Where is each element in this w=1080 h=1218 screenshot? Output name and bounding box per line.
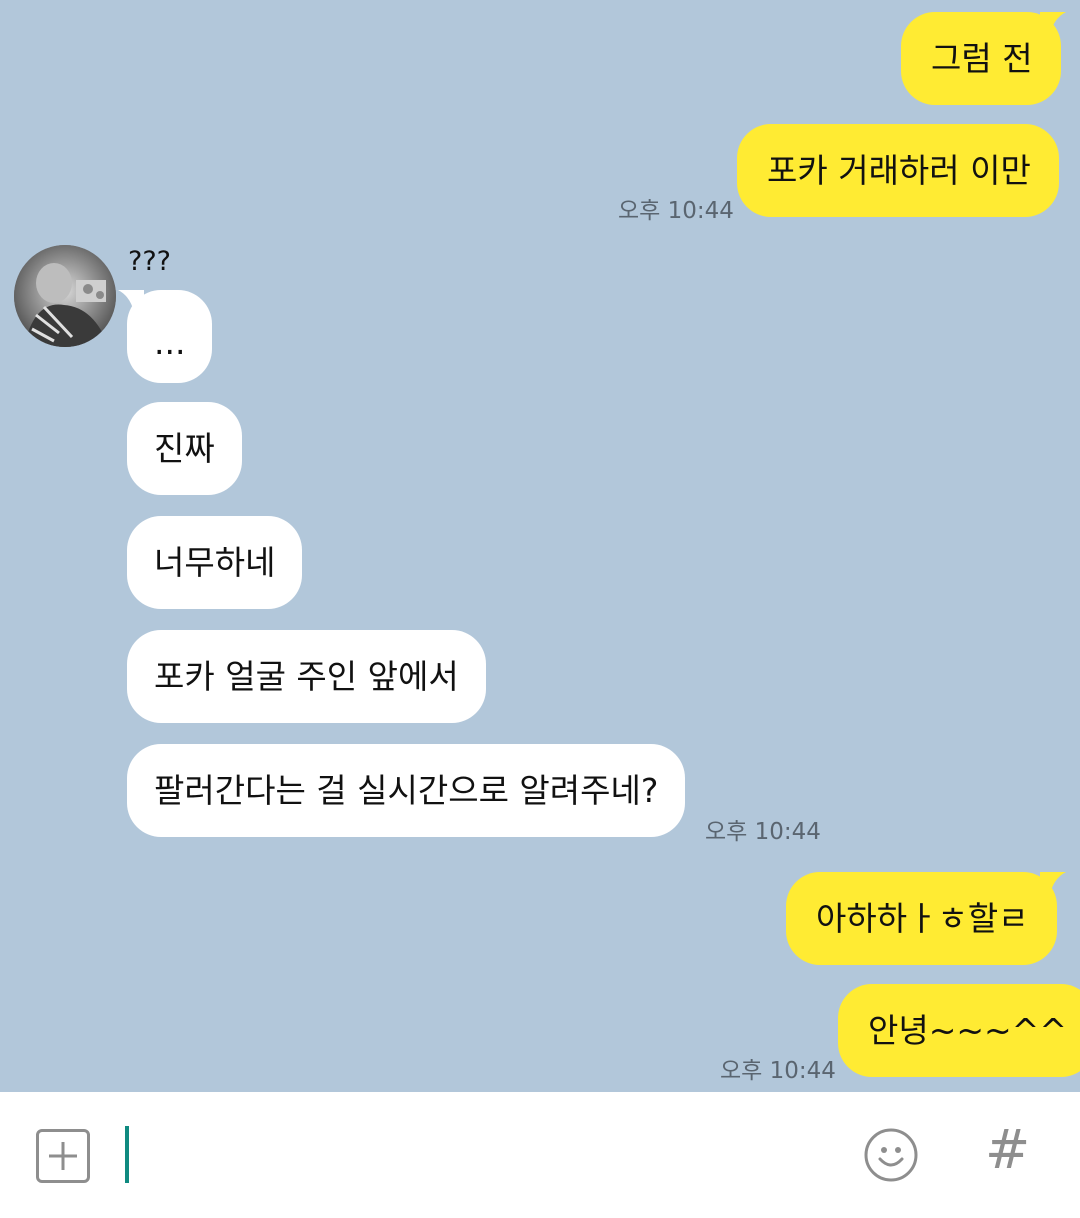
other-message-bubble[interactable]: 포카 얼굴 주인 앞에서: [127, 630, 486, 723]
message-text: 아하하ㅏㅎ할ㄹ: [816, 899, 1029, 938]
other-message-bubble[interactable]: 진짜: [127, 402, 242, 495]
message-input-bar: #: [0, 1092, 1080, 1218]
message-text: 팔러간다는 걸 실시간으로 알려주네?: [154, 771, 659, 810]
message-text: 안녕~~~^^: [868, 1011, 1067, 1050]
avatar-image: [14, 245, 116, 347]
chat-area: 그럼 전 포카 거래하러 이만 오후 10:44 ??? ... 진짜 너무하네…: [0, 0, 1080, 1092]
other-message-bubble[interactable]: 팔러간다는 걸 실시간으로 알려주네?: [127, 744, 686, 837]
other-message-bubble[interactable]: 너무하네: [127, 516, 303, 609]
hash-icon[interactable]: #: [985, 1120, 1030, 1180]
message-text: 포카 거래하러 이만: [767, 151, 1031, 190]
bubble-tail: [1040, 872, 1066, 894]
message-timestamp: 오후 10:44: [618, 198, 734, 224]
message-text: 그럼 전: [931, 39, 1033, 78]
bubble-tail: [1040, 12, 1066, 34]
my-message-bubble[interactable]: 그럼 전: [901, 12, 1061, 105]
sender-name: ???: [128, 246, 171, 277]
my-message-bubble[interactable]: 포카 거래하러 이만: [737, 124, 1059, 217]
my-message-bubble[interactable]: 아하하ㅏㅎ할ㄹ: [786, 872, 1057, 965]
other-message-bubble[interactable]: ...: [127, 290, 213, 383]
message-text: 진짜: [154, 429, 215, 468]
sender-avatar[interactable]: [14, 245, 116, 347]
message-text: ...: [154, 323, 186, 362]
message-text: 너무하네: [154, 543, 276, 582]
smiley-icon[interactable]: [863, 1127, 919, 1183]
message-input-field[interactable]: [125, 1126, 129, 1183]
plus-square-icon[interactable]: [36, 1129, 90, 1183]
message-timestamp: 오후 10:44: [705, 819, 821, 845]
message-text: 포카 얼굴 주인 앞에서: [154, 657, 459, 696]
message-timestamp: 오후 10:44: [720, 1058, 836, 1084]
my-message-bubble[interactable]: 안녕~~~^^: [838, 984, 1080, 1077]
